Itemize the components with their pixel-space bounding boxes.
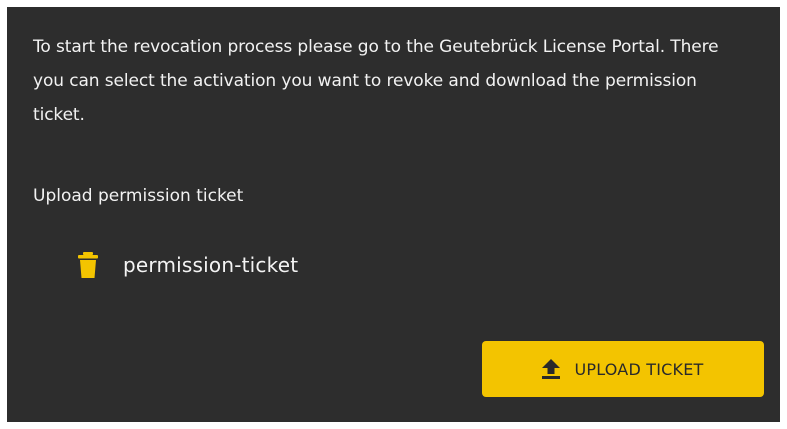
trash-icon[interactable] — [77, 251, 99, 279]
upload-icon — [542, 359, 561, 379]
intro-text: To start the revocation process please g… — [33, 37, 719, 125]
upload-button-label: UPLOAD TICKET — [574, 359, 704, 379]
upload-ticket-button[interactable]: UPLOAD TICKET — [482, 341, 764, 397]
file-name: permission-ticket — [123, 253, 299, 277]
revocation-panel: To start the revocation process please g… — [7, 7, 780, 422]
uploaded-file-row: permission-ticket — [77, 247, 298, 283]
upload-section-label: Upload permission ticket — [33, 186, 244, 206]
